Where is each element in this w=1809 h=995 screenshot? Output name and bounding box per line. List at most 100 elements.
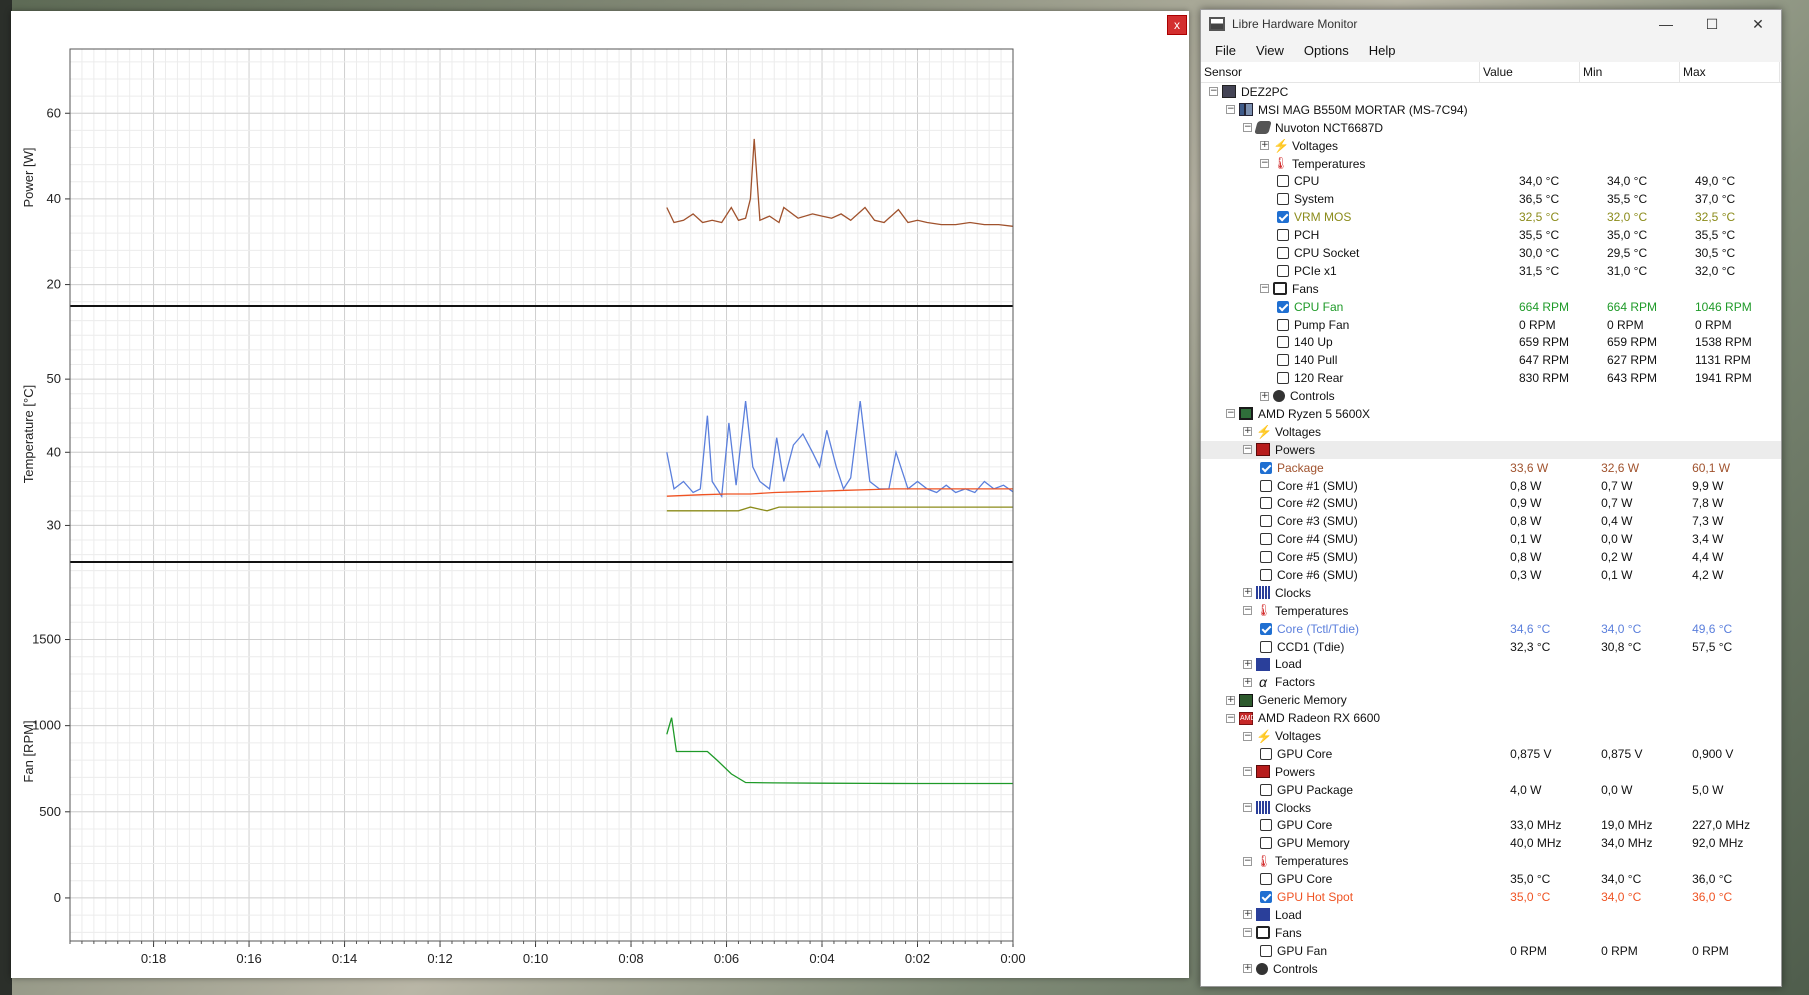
collapse-icon[interactable]: −	[1226, 713, 1235, 723]
plot-checkbox[interactable]	[1260, 747, 1272, 760]
tree-row[interactable]: Core #4 (SMU) 0,1 W 0,0 W 3,4 W	[1201, 530, 1781, 548]
tree-row[interactable]: − Fans	[1201, 280, 1781, 298]
tree-row[interactable]: − ⚡ Voltages	[1201, 727, 1781, 745]
plot-checkbox[interactable]	[1277, 229, 1289, 242]
column-max[interactable]: Max	[1680, 62, 1780, 82]
plot-checkbox[interactable]	[1260, 837, 1272, 850]
plot-checkbox[interactable]	[1260, 819, 1272, 832]
tree-row[interactable]: GPU Memory 40,0 MHz 34,0 MHz 92,0 MHz	[1201, 834, 1781, 852]
tree-row[interactable]: Core #5 (SMU) 0,8 W 0,2 W 4,4 W	[1201, 548, 1781, 566]
tree-row[interactable]: Core #2 (SMU) 0,9 W 0,7 W 7,8 W	[1201, 494, 1781, 512]
plot-checkbox[interactable]	[1260, 622, 1272, 635]
expand-icon[interactable]: +	[1226, 695, 1235, 705]
tree-row[interactable]: PCH 35,5 °C 35,0 °C 35,5 °C	[1201, 226, 1781, 244]
menu-options[interactable]: Options	[1304, 43, 1349, 58]
tree-row[interactable]: + Clocks	[1201, 584, 1781, 602]
maximize-icon[interactable]: ☐	[1689, 10, 1735, 38]
plot-checkbox[interactable]	[1277, 300, 1289, 313]
tree-row[interactable]: − Fans	[1201, 924, 1781, 942]
tree-row[interactable]: − 🌡 Temperatures	[1201, 852, 1781, 870]
collapse-icon[interactable]: −	[1243, 767, 1252, 777]
plot-checkbox[interactable]	[1260, 873, 1272, 886]
plot-checkbox[interactable]	[1260, 944, 1272, 957]
collapse-icon[interactable]: −	[1243, 928, 1252, 938]
plot-checkbox[interactable]	[1260, 568, 1272, 581]
expand-icon[interactable]: +	[1243, 677, 1252, 687]
tree-row[interactable]: Package 33,6 W 32,6 W 60,1 W	[1201, 459, 1781, 477]
collapse-icon[interactable]: −	[1243, 123, 1252, 133]
column-min[interactable]: Min	[1580, 62, 1680, 82]
tree-row[interactable]: GPU Core 33,0 MHz 19,0 MHz 227,0 MHz	[1201, 817, 1781, 835]
collapse-icon[interactable]: −	[1226, 105, 1235, 115]
tree-row[interactable]: 140 Pull 647 RPM 627 RPM 1131 RPM	[1201, 351, 1781, 369]
tree-row[interactable]: − AMD Ryzen 5 5600X	[1201, 405, 1781, 423]
tree-row[interactable]: + Controls	[1201, 387, 1781, 405]
expand-icon[interactable]: +	[1243, 659, 1252, 669]
tree-row[interactable]: System 36,5 °C 35,5 °C 37,0 °C	[1201, 190, 1781, 208]
expand-icon[interactable]: +	[1243, 964, 1252, 974]
plot-checkbox[interactable]	[1260, 533, 1272, 546]
tree-row[interactable]: + ⚡ Voltages	[1201, 137, 1781, 155]
plot-checkbox[interactable]	[1260, 783, 1272, 796]
plot-checkbox[interactable]	[1260, 479, 1272, 492]
tree-row[interactable]: + Generic Memory	[1201, 691, 1781, 709]
tree-row[interactable]: − Powers	[1201, 763, 1781, 781]
tree-row[interactable]: + Controls	[1201, 960, 1781, 978]
tree-row[interactable]: − Powers	[1201, 440, 1781, 459]
collapse-icon[interactable]: −	[1243, 606, 1252, 616]
tree-row[interactable]: − Clocks	[1201, 799, 1781, 817]
menu-help[interactable]: Help	[1369, 43, 1396, 58]
collapse-icon[interactable]: −	[1243, 803, 1252, 813]
collapse-icon[interactable]: −	[1260, 284, 1269, 294]
tree-row[interactable]: PCIe x1 31,5 °C 31,0 °C 32,0 °C	[1201, 262, 1781, 280]
expand-icon[interactable]: +	[1260, 141, 1269, 151]
tree-row[interactable]: GPU Hot Spot 35,0 °C 34,0 °C 36,0 °C	[1201, 888, 1781, 906]
expand-icon[interactable]: +	[1260, 391, 1269, 401]
tree-row[interactable]: − 🌡 Temperatures	[1201, 602, 1781, 620]
tree-row[interactable]: Core (Tctl/Tdie) 34,6 °C 34,0 °C 49,6 °C	[1201, 620, 1781, 638]
tree-row[interactable]: − 🌡 Temperatures	[1201, 155, 1781, 173]
column-value[interactable]: Value	[1480, 62, 1580, 82]
plot-checkbox[interactable]	[1260, 551, 1272, 564]
expand-icon[interactable]: +	[1243, 427, 1252, 437]
plot-checkbox[interactable]	[1277, 193, 1289, 206]
plot-checkbox[interactable]	[1260, 891, 1272, 904]
tree-row[interactable]: − DEZ2PC	[1201, 83, 1781, 101]
tree-row[interactable]: Pump Fan 0 RPM 0 RPM 0 RPM	[1201, 316, 1781, 334]
tree-row[interactable]: CPU Fan 664 RPM 664 RPM 1046 RPM	[1201, 298, 1781, 316]
collapse-icon[interactable]: −	[1243, 731, 1252, 741]
menu-file[interactable]: File	[1215, 43, 1236, 58]
collapse-icon[interactable]: −	[1243, 445, 1252, 455]
plot-checkbox[interactable]	[1277, 264, 1289, 277]
tree-row[interactable]: − AMD AMD Radeon RX 6600	[1201, 709, 1781, 727]
collapse-icon[interactable]: −	[1209, 87, 1218, 97]
tree-row[interactable]: + ⚡ Voltages	[1201, 423, 1781, 441]
tree-row[interactable]: 120 Rear 830 RPM 643 RPM 1941 RPM	[1201, 369, 1781, 387]
plot-checkbox[interactable]	[1277, 336, 1289, 349]
minimize-icon[interactable]: —	[1643, 10, 1689, 38]
collapse-icon[interactable]: −	[1243, 856, 1252, 866]
expand-icon[interactable]: +	[1243, 910, 1252, 920]
plot-checkbox[interactable]	[1260, 640, 1272, 653]
plot-checkbox[interactable]	[1277, 372, 1289, 385]
tree-row[interactable]: CPU 34,0 °C 34,0 °C 49,0 °C	[1201, 172, 1781, 190]
plot-checkbox[interactable]	[1277, 354, 1289, 367]
plot-checkbox[interactable]	[1260, 497, 1272, 510]
collapse-icon[interactable]: −	[1260, 159, 1269, 168]
tree-row[interactable]: GPU Core 0,875 V 0,875 V 0,900 V	[1201, 745, 1781, 763]
tree-row[interactable]: + Load	[1201, 656, 1781, 674]
plot-checkbox[interactable]	[1260, 461, 1272, 474]
tree-row[interactable]: Core #1 (SMU) 0,8 W 0,7 W 9,9 W	[1201, 477, 1781, 495]
column-sensor[interactable]: Sensor	[1201, 62, 1480, 82]
tree-row[interactable]: GPU Core 35,0 °C 34,0 °C 36,0 °C	[1201, 870, 1781, 888]
tree-row[interactable]: Core #6 (SMU) 0,3 W 0,1 W 4,2 W	[1201, 566, 1781, 584]
plot-checkbox[interactable]	[1277, 246, 1289, 259]
expand-icon[interactable]: +	[1243, 588, 1252, 598]
tree-row[interactable]: − Nuvoton NCT6687D	[1201, 119, 1781, 137]
tree-row[interactable]: 140 Up 659 RPM 659 RPM 1538 RPM	[1201, 333, 1781, 351]
tree-row[interactable]: CPU Socket 30,0 °C 29,5 °C 30,5 °C	[1201, 244, 1781, 262]
tree-row[interactable]: − MSI MAG B550M MORTAR (MS-7C94)	[1201, 101, 1781, 119]
tree-row[interactable]: VRM MOS 32,5 °C 32,0 °C 32,5 °C	[1201, 208, 1781, 226]
tree-row[interactable]: GPU Fan 0 RPM 0 RPM 0 RPM	[1201, 942, 1781, 960]
plot-checkbox[interactable]	[1277, 175, 1289, 188]
